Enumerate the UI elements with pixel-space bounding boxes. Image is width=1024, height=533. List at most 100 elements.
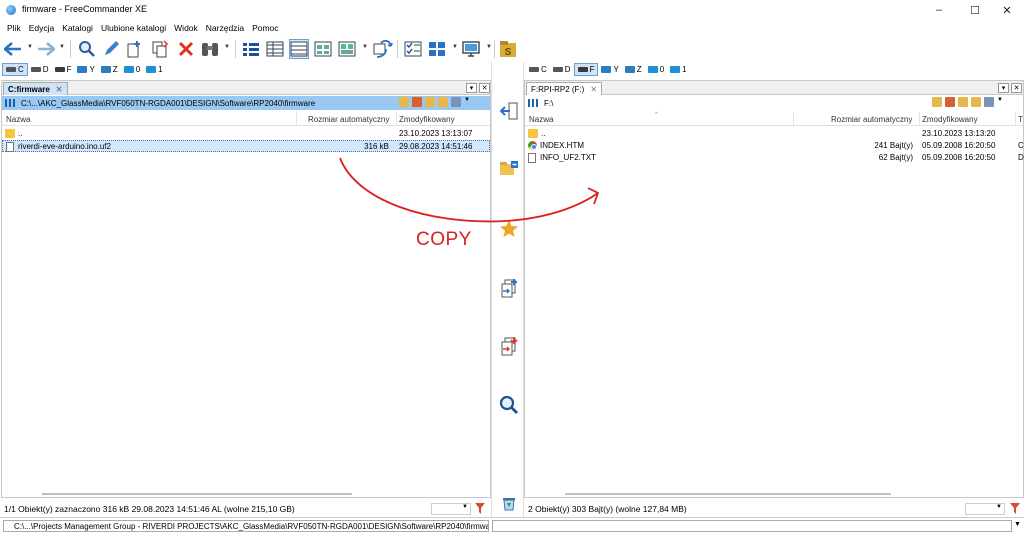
folder-up-icon[interactable]: [425, 97, 435, 107]
list-view-icon[interactable]: [241, 39, 261, 59]
left-filter-dropdown[interactable]: ▼: [431, 503, 471, 515]
close-panel-button[interactable]: ✕: [1011, 83, 1022, 93]
maximize-button[interactable]: ☐: [958, 0, 992, 20]
history-icon[interactable]: [932, 97, 942, 107]
magnifier-icon[interactable]: [498, 394, 520, 416]
multi-rename-icon[interactable]: [337, 39, 357, 59]
swap-panels-icon[interactable]: [498, 100, 520, 122]
details-view-icon[interactable]: [265, 39, 285, 59]
close-tab-icon[interactable]: ✕: [56, 85, 63, 94]
tree-view-icon[interactable]: [313, 39, 333, 59]
table-row[interactable]: INDEX.HTM 241 Bajt(y) 05.09.2008 16:20:5…: [525, 140, 1024, 152]
new-file-icon[interactable]: [125, 39, 145, 59]
recycle-icon[interactable]: [498, 492, 520, 514]
left-drive-d[interactable]: D: [28, 63, 52, 76]
copy-to-icon[interactable]: [498, 277, 520, 299]
left-drive-y[interactable]: Y: [74, 63, 97, 76]
delete-icon[interactable]: [176, 39, 196, 59]
left-drive-c[interactable]: C: [2, 62, 28, 76]
left-path-bar[interactable]: C:\...\AKC_GlassMedia\RVF050TN-RGDA001\D…: [2, 96, 490, 110]
col-modified[interactable]: Zmodyfikowany: [922, 115, 978, 124]
binoculars-icon[interactable]: [200, 39, 220, 59]
thumbnail-view-icon[interactable]: [289, 39, 309, 59]
path-options-icon[interactable]: [984, 97, 994, 107]
path-options-icon[interactable]: [451, 97, 461, 107]
tab-menu-button[interactable]: ▾: [466, 83, 477, 93]
right-drive-0[interactable]: 0: [645, 63, 667, 76]
right-drive-1[interactable]: 1: [667, 63, 689, 76]
view-dropdown-icon[interactable]: ▼: [362, 44, 368, 50]
forward-dropdown-icon[interactable]: ▼: [59, 44, 65, 50]
col-size[interactable]: Rozmiar automatyczny: [308, 115, 389, 124]
right-drive-c[interactable]: C: [526, 63, 550, 76]
horizontal-scrollbar[interactable]: [565, 493, 891, 495]
root-folder-icon[interactable]: [971, 97, 981, 107]
left-drive-f[interactable]: F: [52, 63, 75, 76]
copy-file-icon[interactable]: [150, 39, 170, 59]
path-dropdown-icon[interactable]: ▼: [464, 97, 470, 107]
horizontal-scrollbar[interactable]: [42, 493, 352, 495]
back-arrow-icon[interactable]: [3, 39, 23, 59]
folder-tree-icon[interactable]: [498, 158, 520, 180]
table-row-selected[interactable]: riverdi-eve-arduino.ino.uf2 316 kB 29.08…: [2, 140, 490, 152]
left-drive-1[interactable]: 1: [143, 63, 165, 76]
monitor-dropdown-icon[interactable]: ▼: [486, 44, 492, 50]
history-icon[interactable]: [399, 97, 409, 107]
command-line-input[interactable]: [492, 520, 1012, 532]
table-row[interactable]: INFO_UF2.TXT 62 Bajt(y) 05.09.2008 16:20…: [525, 152, 1024, 164]
right-filter-dropdown[interactable]: ▼: [965, 503, 1005, 515]
monitor-icon[interactable]: [462, 39, 482, 59]
right-drive-y[interactable]: Y: [598, 63, 621, 76]
menu-widok[interactable]: Widok: [170, 23, 202, 33]
sync-icon[interactable]: [373, 39, 393, 59]
right-tab[interactable]: F:RPI-RP2 (F:) ✕: [526, 82, 603, 95]
favorite-folders-icon[interactable]: [412, 97, 422, 107]
right-drive-f[interactable]: F: [573, 62, 599, 76]
menu-narzedzia[interactable]: Narzędzia: [202, 23, 248, 33]
menu-plik[interactable]: Plik: [3, 23, 25, 33]
binoculars-dropdown-icon[interactable]: ▼: [224, 44, 230, 50]
folder-up-icon[interactable]: [958, 97, 968, 107]
table-row[interactable]: .. 23.10.2023 13:13:20: [525, 128, 1023, 140]
tab-menu-button[interactable]: ▾: [998, 83, 1009, 93]
edit-icon[interactable]: [101, 39, 121, 59]
command-dropdown-icon[interactable]: ▼: [1014, 521, 1021, 528]
table-row[interactable]: .. 23.10.2023 13:13:07: [2, 128, 490, 140]
col-modified[interactable]: Zmodyfikowany: [399, 115, 455, 124]
favorites-star-icon[interactable]: [498, 218, 520, 240]
right-path-bar[interactable]: F:\ ▼: [525, 96, 1023, 110]
menu-pomoc[interactable]: Pomoc: [248, 23, 282, 33]
left-tab[interactable]: C:firmware ✕: [3, 82, 68, 95]
checklist-icon[interactable]: [403, 39, 423, 59]
move-to-icon[interactable]: [498, 335, 520, 357]
menu-katalogi[interactable]: Katalogi: [58, 23, 97, 33]
layout-dropdown-icon[interactable]: ▼: [452, 44, 458, 50]
left-drive-z[interactable]: Z: [98, 63, 121, 76]
right-drive-z[interactable]: Z: [622, 63, 645, 76]
script-icon[interactable]: S: [498, 39, 518, 59]
col-separator[interactable]: [919, 112, 920, 126]
left-drive-0[interactable]: 0: [121, 63, 143, 76]
right-drive-d[interactable]: D: [550, 63, 574, 76]
right-filter-icon[interactable]: [1010, 503, 1020, 514]
search-icon[interactable]: [77, 39, 97, 59]
forward-arrow-icon[interactable]: [36, 39, 56, 59]
menu-edycja[interactable]: Edycja: [25, 23, 59, 33]
close-panel-button[interactable]: ✕: [479, 83, 490, 93]
col-size[interactable]: Rozmiar automatyczny: [831, 115, 912, 124]
col-separator[interactable]: [296, 112, 297, 126]
close-tab-icon[interactable]: ✕: [590, 85, 597, 94]
layout-icon[interactable]: [427, 39, 447, 59]
back-dropdown-icon[interactable]: ▼: [27, 44, 33, 50]
col-separator[interactable]: [1015, 112, 1016, 126]
root-folder-icon[interactable]: [438, 97, 448, 107]
close-window-button[interactable]: ✕: [990, 0, 1024, 20]
col-separator[interactable]: [793, 112, 794, 126]
minimize-button[interactable]: –: [922, 0, 956, 20]
col-name[interactable]: Nazwa: [6, 115, 30, 124]
path-dropdown-icon[interactable]: ▼: [997, 97, 1003, 107]
col-name[interactable]: Nazwa: [529, 115, 553, 124]
menu-ulubione[interactable]: Ulubione katalogi: [97, 23, 170, 33]
left-filter-icon[interactable]: [475, 503, 485, 514]
favorite-folders-icon[interactable]: [945, 97, 955, 107]
